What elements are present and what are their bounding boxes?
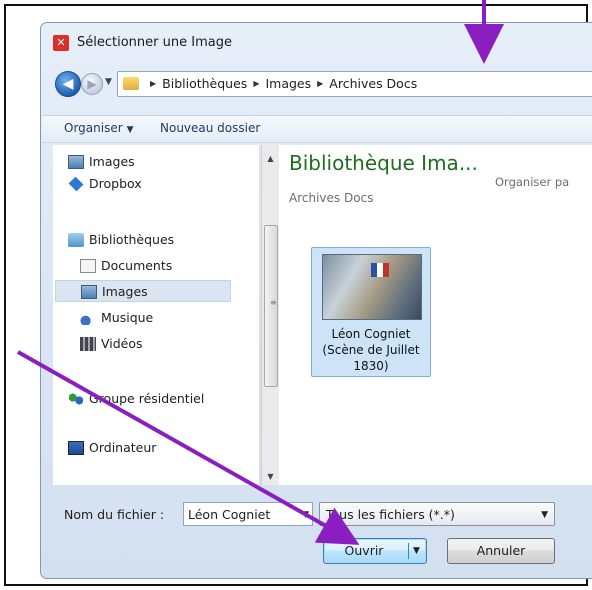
annotation-overlay: [17, 0, 504, 545]
annotation-arrow-diagonal: [17, 350, 360, 545]
